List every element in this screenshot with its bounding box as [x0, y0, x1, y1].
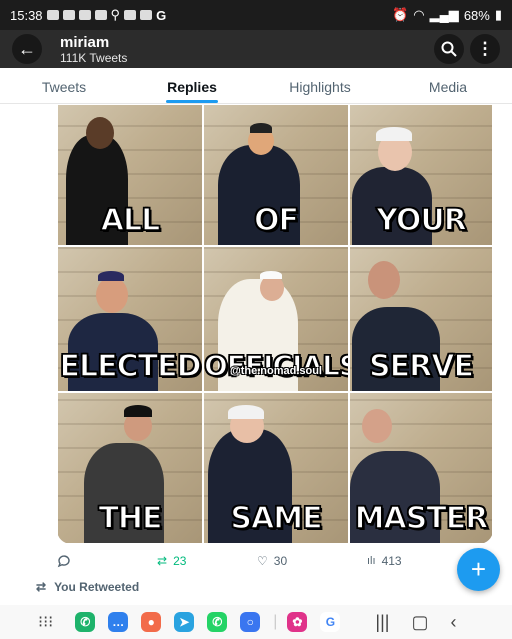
tab-tweets[interactable]: Tweets	[0, 68, 128, 103]
meme-word: YOUR	[375, 202, 467, 239]
gmail-icon	[62, 10, 75, 20]
tab-replies[interactable]: Replies	[128, 68, 256, 103]
retweet-count: 23	[173, 554, 187, 568]
tweet-actions: ⇄ 23 ♡ 30 ılı 413	[57, 552, 497, 570]
system-navigation-bar: ⁝⁝⁝ ✆ … ● ➤ ✆ ○ | ✿ G ||| ▢ ‹	[0, 605, 512, 639]
meme-panel: ALL	[57, 104, 203, 246]
home-icon[interactable]: ▢	[411, 612, 428, 633]
retweeted-label: You Retweeted	[54, 580, 140, 594]
search-icon	[441, 41, 457, 57]
meme-word: ALL	[100, 202, 161, 239]
profile-header: ← miriam 111K Tweets ⋮	[0, 30, 512, 68]
profile-tabs: Tweets Replies Highlights Media	[0, 68, 512, 104]
wifi-icon: ◠	[413, 7, 425, 22]
alarm-icon: ⏰	[392, 7, 409, 22]
notification-icon	[78, 10, 91, 20]
profile-name: miriam	[60, 33, 110, 51]
like-button[interactable]: ♡ 30	[257, 554, 367, 568]
location-icon: ⚲	[110, 7, 121, 22]
recents-icon[interactable]: |||	[375, 612, 389, 633]
meme-panel: SERVE	[349, 246, 493, 392]
meme-word: OF	[253, 202, 300, 239]
tab-highlights[interactable]: Highlights	[256, 68, 384, 103]
back-nav-icon[interactable]: ‹	[450, 612, 456, 633]
tweet-image[interactable]: ALL OF YOUR ELECTED OFFICIALS @the.nomad…	[57, 104, 493, 544]
tab-media[interactable]: Media	[384, 68, 512, 103]
plus-icon: +	[470, 554, 487, 584]
compose-tweet-button[interactable]: +	[457, 548, 500, 591]
more-button[interactable]: ⋮	[470, 34, 500, 64]
battery-icon: ▮	[494, 7, 502, 22]
meme-word: SAME	[230, 500, 324, 537]
meme-word: SERVE	[368, 348, 474, 385]
signal-icon: ▂▄▆	[429, 7, 459, 22]
tweet-count: 111K Tweets	[60, 50, 128, 65]
meme-panel: YOUR	[349, 104, 493, 246]
meme-panel: THE	[57, 392, 203, 544]
meme-panel: OFFICIALS @the.nomad.soul	[203, 246, 349, 392]
retweeted-indicator: ⇄ You Retweeted	[36, 580, 139, 594]
like-count: 30	[273, 554, 288, 568]
flower-app-icon[interactable]: ✿	[287, 612, 308, 632]
mail-icon	[46, 10, 59, 20]
divider: |	[273, 613, 278, 630]
whatsapp-app-icon[interactable]: ✆	[207, 612, 228, 632]
back-button[interactable]: ←	[12, 34, 42, 64]
arrow-left-icon: ←	[18, 38, 36, 59]
keyboard-icon	[140, 10, 153, 20]
heart-icon: ♡	[257, 554, 268, 568]
meme-word: THE	[98, 500, 164, 537]
more-vertical-icon: ⋮	[476, 39, 494, 58]
retweet-button[interactable]: ⇄ 23	[157, 554, 257, 568]
meme-panel: OF	[203, 104, 349, 246]
meme-word: MASTER	[354, 500, 489, 537]
signal-app-icon[interactable]: ○	[240, 612, 261, 632]
clock: 15:38	[10, 7, 43, 23]
telegram-app-icon[interactable]: ➤	[174, 612, 195, 632]
search-button[interactable]	[434, 34, 464, 64]
notification-icon	[94, 10, 107, 20]
messages-app-icon[interactable]: …	[108, 612, 129, 632]
views-button[interactable]: ılı 413	[367, 554, 402, 568]
retweet-icon: ⇄	[36, 580, 47, 594]
meme-panel: ELECTED	[57, 246, 203, 392]
google-icon: G	[156, 7, 167, 23]
google-app-icon[interactable]: G	[320, 612, 341, 632]
meme-panel: MASTER	[349, 392, 493, 544]
gallery-icon	[124, 10, 137, 20]
app-drawer-icon[interactable]: ⁝⁝⁝	[38, 612, 53, 632]
watermark: @the.nomad.soul	[229, 365, 322, 377]
meme-panel: SAME	[203, 392, 349, 544]
meme-word: ELECTED	[59, 348, 202, 385]
reply-icon	[57, 555, 70, 568]
views-count: 413	[381, 554, 402, 568]
battery-level: 68%	[463, 7, 490, 23]
views-icon: ılı	[367, 555, 376, 567]
reply-button[interactable]	[57, 554, 157, 568]
status-bar: 15:38 ⚲ G ⏰ ◠ ▂▄▆ 68% ▮	[0, 0, 512, 30]
contacts-app-icon[interactable]: ●	[141, 612, 162, 632]
retweet-icon: ⇄	[157, 554, 168, 568]
phone-app-icon[interactable]: ✆	[75, 612, 96, 632]
